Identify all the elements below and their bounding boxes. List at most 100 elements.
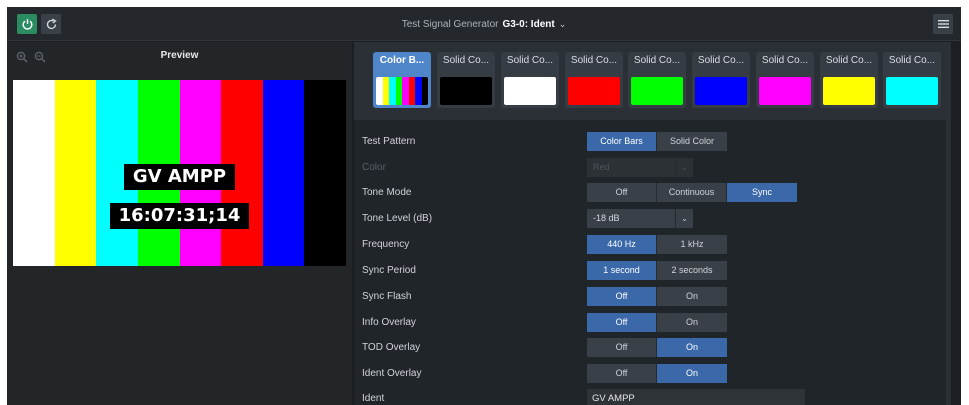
scrollbar[interactable] — [946, 120, 951, 405]
sync-flash-toggle: Off On — [587, 287, 727, 306]
ident-text: GV AMPP — [123, 164, 236, 190]
preset-tile[interactable]: Solid Co... — [628, 52, 686, 108]
frequency-option[interactable]: 1 kHz — [657, 235, 727, 254]
ident-overlay-toggle: Off On — [587, 364, 727, 383]
preset-label: Solid Co... — [506, 55, 554, 66]
test-pattern-toggle: Color Bars Solid Color — [587, 132, 727, 151]
ident-overlay-label: Ident Overlay — [362, 368, 422, 379]
row-info-overlay: Info Overlay Off On — [354, 310, 951, 335]
ident-input[interactable]: GV AMPP — [587, 389, 805, 405]
preset-tile[interactable]: Solid Co... — [437, 52, 495, 108]
preset-swatch — [504, 77, 556, 105]
frequency-option[interactable]: 440 Hz — [587, 235, 657, 254]
sync-flash-option[interactable]: Off — [587, 287, 657, 306]
info-overlay-label: Info Overlay — [362, 317, 416, 328]
preset-label: Solid Co... — [570, 55, 618, 66]
power-icon — [22, 18, 32, 30]
title-prefix: Test Signal Generator — [401, 18, 499, 30]
sync-flash-option[interactable]: On — [657, 287, 727, 306]
test-signal-generator-window: Test Signal Generator G3-0: Ident ⌄ Prev… — [7, 7, 961, 405]
instance-selector[interactable]: G3-0: Ident — [502, 19, 554, 30]
tod-overlay-option[interactable]: On — [657, 338, 727, 357]
tone-mode-toggle: Off Continuous Sync — [587, 183, 797, 202]
control-panel: Color B... Solid Co... Solid Co... Solid Co… — [354, 42, 951, 405]
info-overlay-option[interactable]: On — [657, 313, 727, 332]
preset-swatch — [823, 77, 875, 105]
preset-strip: Color B... Solid Co... Solid Co... Solid Co… — [354, 42, 951, 120]
row-ident: Ident GV AMPP — [354, 386, 951, 405]
color-value: Red — [593, 162, 610, 172]
sync-period-option[interactable]: 2 seconds — [657, 261, 727, 280]
sync-period-label: Sync Period — [362, 265, 416, 276]
tone-level-value: -18 dB — [593, 213, 620, 223]
ident-label: Ident — [362, 393, 385, 404]
tone-mode-option[interactable]: Sync — [727, 183, 797, 202]
row-sync-flash: Sync Flash Off On — [354, 284, 951, 309]
preset-tile[interactable]: Solid Co... — [820, 52, 878, 108]
preset-swatch — [568, 77, 620, 105]
tone-mode-label: Tone Mode — [362, 187, 412, 198]
preview-toolbar: Preview — [7, 42, 352, 72]
preset-label: Solid Co... — [825, 55, 873, 66]
ident-overlay-option[interactable]: On — [657, 364, 727, 383]
frequency-label: Frequency — [362, 239, 410, 250]
row-frequency: Frequency 440 Hz 1 kHz — [354, 232, 951, 257]
chevron-down-icon: ⌄ — [675, 209, 693, 228]
preview-panel: Preview GV AMPP 16:07:31;14 — [7, 42, 352, 405]
ident-value: GV AMPP — [592, 393, 635, 404]
tod-overlay-toggle: Off On — [587, 338, 727, 357]
tone-mode-option[interactable]: Continuous — [657, 183, 727, 202]
preset-tile[interactable]: Solid Co... — [501, 52, 559, 108]
test-pattern-option[interactable]: Color Bars — [587, 132, 657, 151]
tone-level-dropdown[interactable]: -18 dB ⌄ — [587, 209, 693, 228]
row-ident-overlay: Ident Overlay Off On — [354, 361, 951, 386]
preset-tile[interactable]: Color B... — [373, 52, 431, 108]
tone-mode-option[interactable]: Off — [587, 183, 657, 202]
preset-tile[interactable]: Solid Co... — [692, 52, 750, 108]
tod-overlay-option[interactable]: Off — [587, 338, 657, 357]
preset-tile[interactable]: Solid Co... — [565, 52, 623, 108]
sync-flash-label: Sync Flash — [362, 291, 412, 302]
preset-tile[interactable]: Solid Co... — [883, 52, 941, 108]
timecode-text: 16:07:31;14 — [109, 203, 250, 229]
preview-image: GV AMPP 16:07:31;14 — [13, 80, 346, 266]
row-sync-period: Sync Period 1 second 2 seconds — [354, 258, 951, 283]
swatch-bar — [421, 77, 428, 105]
color-dropdown[interactable]: Red ⌄ — [587, 158, 693, 177]
frequency-toggle: 440 Hz 1 kHz — [587, 235, 727, 254]
refresh-icon — [46, 17, 57, 29]
chevron-down-icon[interactable]: ⌄ — [559, 19, 567, 30]
preset-tile[interactable]: Solid Co... — [756, 52, 814, 108]
chevron-down-icon: ⌄ — [675, 158, 693, 177]
preset-label: Solid Co... — [633, 55, 681, 66]
preset-swatch — [376, 77, 428, 105]
preset-label: Color B... — [379, 55, 425, 66]
properties-list: Test Pattern Color Bars Solid Color Color… — [354, 120, 951, 405]
hamburger-icon — [937, 20, 949, 28]
sync-period-option[interactable]: 1 second — [587, 261, 657, 280]
row-color: Color Red ⌄ — [354, 155, 951, 180]
preset-label: Solid Co... — [442, 55, 490, 66]
preset-swatch — [631, 77, 683, 105]
color-label: Color — [362, 162, 386, 173]
power-button[interactable] — [17, 14, 37, 34]
info-overlay-toggle: Off On — [587, 313, 727, 332]
info-overlay-option[interactable]: Off — [587, 313, 657, 332]
preset-swatch — [695, 77, 747, 105]
ident-overlay-option[interactable]: Off — [587, 364, 657, 383]
preview-title: Preview — [160, 50, 199, 61]
header-bar: Test Signal Generator G3-0: Ident ⌄ — [7, 7, 961, 41]
preset-label: Solid Co... — [697, 55, 745, 66]
preset-label: Solid Co... — [888, 55, 936, 66]
instance-title: Test Signal Generator G3-0: Ident ⌄ — [7, 7, 961, 41]
test-pattern-option[interactable]: Solid Color — [657, 132, 727, 151]
test-pattern-label: Test Pattern — [362, 136, 416, 147]
ident-overlay-text: GV AMPP — [13, 164, 346, 190]
preset-swatch — [440, 77, 492, 105]
preset-swatch — [886, 77, 938, 105]
refresh-button[interactable] — [41, 14, 61, 34]
row-tone-mode: Tone Mode Off Continuous Sync — [354, 180, 951, 205]
tone-level-label: Tone Level (dB) — [362, 213, 433, 224]
sync-period-toggle: 1 second 2 seconds — [587, 261, 727, 280]
menu-button[interactable] — [933, 14, 953, 34]
